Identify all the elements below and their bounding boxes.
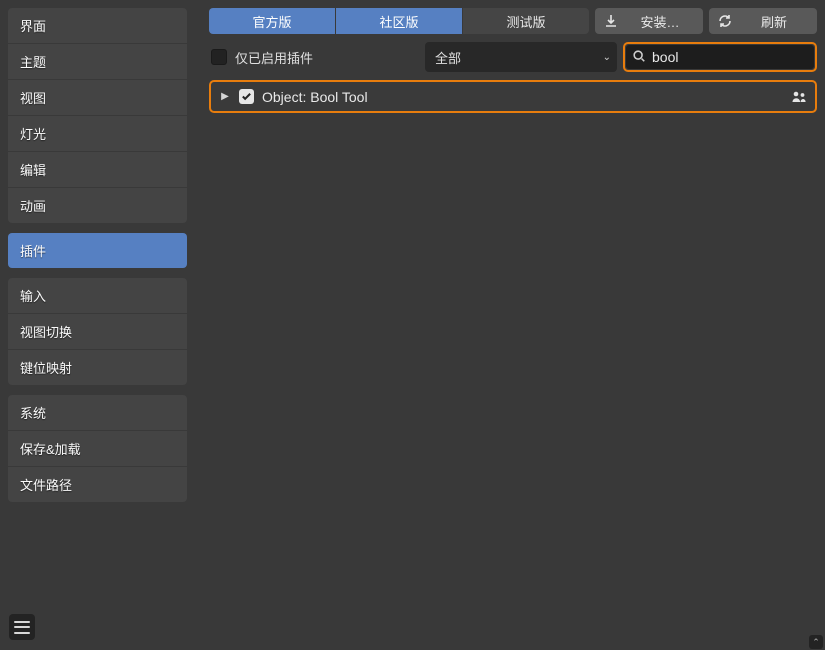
sidebar-item-viewport[interactable]: 视图 bbox=[8, 80, 187, 116]
main-panel: 官方版 社区版 测试版 安装… 刷新 仅已启用插件 bbox=[195, 0, 825, 650]
sidebar-group: 插件 bbox=[8, 233, 187, 268]
sidebar-item-filepaths[interactable]: 文件路径 bbox=[8, 467, 187, 502]
disclosure-icon[interactable]: ▶ bbox=[219, 91, 231, 102]
search-icon bbox=[632, 49, 646, 66]
sidebar-item-system[interactable]: 系统 bbox=[8, 395, 187, 431]
sidebar-item-animation[interactable]: 动画 bbox=[8, 188, 187, 223]
sidebar-item-saveload[interactable]: 保存&加载 bbox=[8, 431, 187, 467]
tab-community[interactable]: 社区版 bbox=[336, 8, 463, 34]
sidebar-item-input[interactable]: 输入 bbox=[8, 278, 187, 314]
chevron-down-icon: ⌄ bbox=[603, 52, 611, 63]
tab-official[interactable]: 官方版 bbox=[209, 8, 336, 34]
search-input[interactable] bbox=[652, 49, 825, 65]
install-button[interactable]: 安装… bbox=[595, 8, 703, 34]
sidebar-item-addons[interactable]: 插件 bbox=[8, 233, 187, 268]
sidebar-item-navigation[interactable]: 视图切换 bbox=[8, 314, 187, 350]
enabled-only-label: 仅已启用插件 bbox=[235, 48, 313, 67]
top-row: 官方版 社区版 测试版 安装… 刷新 bbox=[209, 8, 817, 34]
sidebar-item-keymap[interactable]: 键位映射 bbox=[8, 350, 187, 385]
enabled-only-wrap: 仅已启用插件 bbox=[209, 42, 419, 72]
sidebar-group: 输入 视图切换 键位映射 bbox=[8, 278, 187, 385]
refresh-label: 刷新 bbox=[739, 12, 809, 31]
addon-enable-checkbox[interactable] bbox=[239, 89, 254, 104]
sidebar-item-editing[interactable]: 编辑 bbox=[8, 152, 187, 188]
support-tabs: 官方版 社区版 测试版 bbox=[209, 8, 589, 34]
addon-row[interactable]: ▶ Object: Bool Tool bbox=[209, 80, 817, 113]
sidebar-group: 系统 保存&加载 文件路径 bbox=[8, 395, 187, 502]
scroll-up-icon[interactable]: ⌃ bbox=[809, 635, 823, 649]
refresh-button[interactable]: 刷新 bbox=[709, 8, 817, 34]
sidebar-item-themes[interactable]: 主题 bbox=[8, 44, 187, 80]
filter-row: 仅已启用插件 全部 ⌄ ✕ bbox=[209, 42, 817, 72]
tab-testing[interactable]: 测试版 bbox=[463, 8, 589, 34]
menu-button[interactable] bbox=[9, 614, 35, 640]
sidebar-item-interface[interactable]: 界面 bbox=[8, 8, 187, 44]
sidebar-item-lights[interactable]: 灯光 bbox=[8, 116, 187, 152]
sidebar: 界面 主题 视图 灯光 编辑 动画 插件 输入 视图切换 键位映射 系统 保存&… bbox=[0, 0, 195, 650]
download-icon bbox=[603, 13, 619, 29]
category-dropdown[interactable]: 全部 ⌄ bbox=[425, 42, 617, 72]
sidebar-group: 界面 主题 视图 灯光 编辑 动画 bbox=[8, 8, 187, 223]
refresh-icon bbox=[717, 13, 733, 29]
enabled-only-checkbox[interactable] bbox=[211, 49, 227, 65]
search-wrap: ✕ bbox=[623, 42, 817, 72]
install-label: 安装… bbox=[625, 12, 695, 31]
community-icon bbox=[791, 89, 807, 105]
addon-list: ▶ Object: Bool Tool bbox=[209, 80, 817, 113]
addon-name: Object: Bool Tool bbox=[262, 89, 783, 105]
category-value: 全部 bbox=[435, 48, 461, 67]
